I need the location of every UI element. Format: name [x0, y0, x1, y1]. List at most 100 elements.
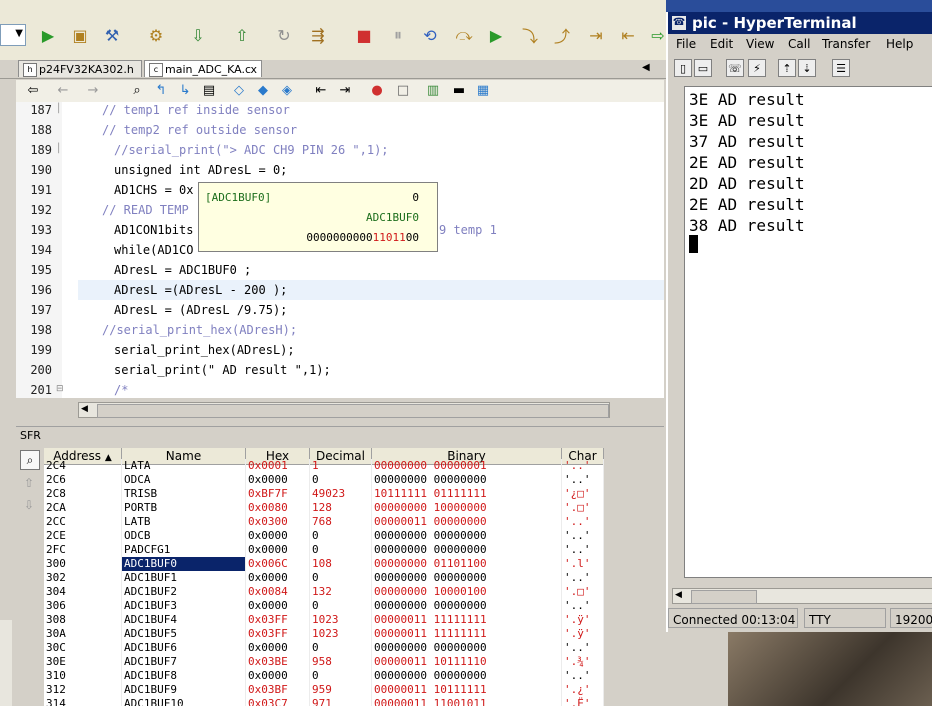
find-icon[interactable]: ⌕ — [128, 82, 146, 100]
sfr-row[interactable]: 314 ADC1BUF10 0x03C7 971 00000011 11001011 '.… — [44, 697, 604, 706]
scrollbar-thumb[interactable] — [97, 404, 609, 418]
sfr-row[interactable]: 2C6 ODCA 0x0000 0 00000000 00000000 '..' — [44, 473, 604, 487]
editor-horizontal-scrollbar[interactable]: ◀ — [78, 402, 610, 418]
scroll-left-icon[interactable]: ◀ — [675, 590, 682, 600]
find-selection-icon[interactable]: ▤ — [200, 82, 218, 100]
sfr-cell: 00000000 00000000 — [372, 669, 562, 683]
open-icon[interactable]: ▭ — [694, 59, 712, 77]
fold-marker-icon[interactable]: ⊟ — [56, 384, 66, 394]
uncomment-icon[interactable]: ▬ — [450, 82, 468, 100]
sfr-row[interactable]: 304 ADC1BUF2 0x0084 132 00000000 10000100 '.□… — [44, 585, 604, 599]
menu-call[interactable]: Call — [788, 37, 810, 51]
shift-right-icon[interactable]: ⇥ — [336, 82, 354, 100]
comment-icon[interactable]: ▥ — [424, 82, 442, 100]
sfr-row[interactable]: 312 ADC1BUF9 0x03BF 959 00000011 10111111 '.¿… — [44, 683, 604, 697]
sfr-row[interactable]: 2FC PADCFG1 0x0000 0 00000000 00000000 '..' — [44, 543, 604, 557]
fold-marker-icon[interactable]: │ — [56, 144, 66, 154]
breakpoint-icon[interactable]: ● — [368, 82, 386, 100]
sfr-row[interactable]: 2CE ODCB 0x0000 0 00000000 00000000 '..' — [44, 529, 604, 543]
properties-icon[interactable]: ☰ — [832, 59, 850, 77]
watch-up-icon[interactable]: ⇧ — [20, 474, 38, 492]
step-into-icon[interactable]: ⤵ — [518, 23, 542, 47]
menu-transfer[interactable]: Transfer — [822, 37, 870, 51]
sfr-cell: 0x006C — [246, 557, 310, 571]
prev-bookmark-icon[interactable]: ◇ — [230, 82, 248, 100]
run-to-cursor-icon[interactable]: ⇥ — [584, 23, 608, 47]
download-icon[interactable]: ⇩ — [186, 23, 210, 47]
stop-macro-icon[interactable]: □ — [394, 82, 412, 100]
sfr-cell: ADC1BUF4 — [122, 613, 246, 627]
reset-icon[interactable]: ↻ — [272, 23, 296, 47]
sfr-row[interactable]: 302 ADC1BUF1 0x0000 0 00000000 00000000 '..' — [44, 571, 604, 585]
program-icon[interactable]: ⇶ — [306, 23, 330, 47]
find-next-icon[interactable]: ↳ — [176, 82, 194, 100]
tab-source-file[interactable]: c main_ADC_KA.c x — [144, 60, 262, 77]
last-edit-icon[interactable]: ⇦ — [24, 82, 42, 100]
upload-icon[interactable]: ⇧ — [230, 23, 254, 47]
sfr-row[interactable]: 2C8 TRISB 0xBF7F 49023 10111111 01111111 '¿□' — [44, 487, 604, 501]
hyperterminal-toolbar: ▯ ▭ ☏ ⚡ ⇡ ⇣ ☰ — [668, 56, 932, 80]
shift-left-icon[interactable]: ⇤ — [312, 82, 330, 100]
fold-marker-icon[interactable]: │ — [56, 104, 66, 114]
pause-icon[interactable]: ⏸ — [386, 23, 410, 47]
sfr-row[interactable]: 30E ADC1BUF7 0x03BE 958 00000011 10111110 '.¾… — [44, 655, 604, 669]
configuration-combo[interactable]: ▼ — [0, 24, 26, 46]
step-over-icon[interactable]: ⤼ — [452, 23, 476, 47]
sfr-row[interactable]: 2CA PORTB 0x0080 128 00000000 10000000 '.□' — [44, 501, 604, 515]
step-out-icon[interactable]: ⤴ — [550, 23, 574, 47]
file-icon: c — [149, 63, 163, 77]
sfr-row[interactable]: 30C ADC1BUF6 0x0000 0 00000000 00000000 '..' — [44, 641, 604, 655]
left-panel-scrollbar[interactable] — [0, 620, 12, 706]
clean-build-icon[interactable]: ⚙ — [144, 23, 168, 47]
new-connection-icon[interactable]: ▯ — [674, 59, 692, 77]
reset-debug-icon[interactable]: ⟲ — [418, 23, 442, 47]
sfr-row[interactable]: 2C4 LATA 0x0001 1 00000000 00000001 '..' — [44, 459, 604, 473]
scroll-left-icon[interactable]: ◀ — [81, 404, 88, 414]
watch-down-icon[interactable]: ⇩ — [20, 496, 38, 514]
line-number: 199 — [30, 343, 52, 357]
set-pc-icon[interactable]: ⇤ — [616, 23, 640, 47]
hammer-icon[interactable]: ⚒ — [100, 23, 124, 47]
receive-icon[interactable]: ⇣ — [798, 59, 816, 77]
menu-help[interactable]: Help — [886, 37, 913, 51]
app-icon: ☎ — [672, 16, 686, 30]
sfr-cell: PADCFG1 — [122, 543, 246, 557]
sfr-row[interactable]: 306 ADC1BUF3 0x0000 0 00000000 00000000 '..' — [44, 599, 604, 613]
sfr-row[interactable]: 310 ADC1BUF8 0x0000 0 00000000 00000000 '..' — [44, 669, 604, 683]
sfr-row[interactable]: 30A ADC1BUF5 0x03FF 1023 00000011 11111111 '.… — [44, 627, 604, 641]
send-icon[interactable]: ⇡ — [778, 59, 796, 77]
connect-icon[interactable]: ☏ — [726, 59, 744, 77]
close-icon[interactable]: x — [250, 61, 257, 78]
hyperterminal-title-bar[interactable]: ☎ pic - HyperTerminal — [668, 12, 932, 34]
find-prev-icon[interactable]: ↰ — [152, 82, 170, 100]
menu-edit[interactable]: Edit — [710, 37, 733, 51]
terminal-output[interactable]: 3E AD result 3E AD result 37 AD result 2E A… — [684, 86, 932, 578]
menu-view[interactable]: View — [746, 37, 774, 51]
sfr-cell: 108 — [310, 557, 372, 571]
search-icon[interactable]: ⌕ — [20, 450, 40, 470]
sfr-row[interactable]: 2CC LATB 0x0300 768 00000011 00000000 '..' — [44, 515, 604, 529]
diff-icon[interactable]: ▦ — [474, 82, 492, 100]
continue-icon[interactable]: ▶ — [484, 23, 508, 47]
next-bookmark-icon[interactable]: ◆ — [254, 82, 272, 100]
toggle-bookmark-icon[interactable]: ◈ — [278, 82, 296, 100]
tab-header-file[interactable]: h p24FV32KA302.h — [18, 60, 142, 77]
sfr-cell: 0 — [310, 599, 372, 613]
forward-icon[interactable]: → — [84, 82, 102, 100]
tab-scroll-left-icon[interactable]: ◀ — [642, 62, 650, 73]
run-icon[interactable]: ▶ — [36, 23, 60, 47]
sfr-table[interactable]: Address ▲ Name Hex Decimal Binary Char 2… — [44, 448, 604, 706]
clipboard-icon[interactable]: ▣ — [68, 23, 92, 47]
code-line: AD1CON1bits — [114, 223, 194, 237]
stop-icon[interactable]: ■ — [352, 23, 376, 47]
scrollbar-thumb[interactable] — [691, 590, 757, 604]
menu-file[interactable]: File — [676, 37, 696, 51]
sfr-cell: 768 — [310, 515, 372, 529]
code-line: ADresL = (ADresL /9.75); — [114, 303, 288, 317]
code-line: // READ TEMP — [102, 203, 189, 217]
sfr-row[interactable]: 300 ADC1BUF0 0x006C 108 00000000 01101100 '.l… — [44, 557, 604, 571]
disconnect-icon[interactable]: ⚡ — [748, 59, 766, 77]
sfr-row[interactable]: 308 ADC1BUF4 0x03FF 1023 00000011 11111111 '.… — [44, 613, 604, 627]
terminal-horizontal-scrollbar[interactable]: ◀ — [672, 588, 932, 604]
back-icon[interactable]: ← — [54, 82, 72, 100]
